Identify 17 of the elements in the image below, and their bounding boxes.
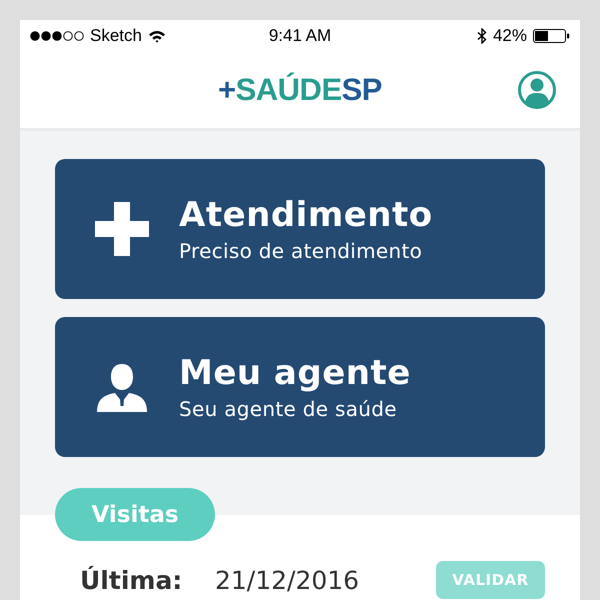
profile-icon[interactable] (517, 70, 557, 110)
logo-text: SAÚDE (236, 72, 342, 108)
logo-plus: + (218, 72, 236, 108)
bluetooth-icon (476, 28, 487, 44)
menu-card[interactable]: Atendimento Preciso de atendimento (55, 159, 545, 299)
carrier-text: Sketch (90, 26, 142, 46)
menu-card[interactable]: Meu agente Seu agente de saúde (55, 317, 545, 457)
battery-percent: 42% (492, 26, 527, 46)
wifi-icon (148, 30, 166, 42)
signal-icon (30, 31, 84, 41)
logo-suffix: SP (342, 72, 382, 108)
battery-icon (533, 29, 570, 43)
last-visit-label: Última: (80, 566, 184, 594)
status-time: 9:41 AM (268, 26, 332, 46)
last-visit-date: 21/12/2016 (215, 566, 360, 594)
person-icon (95, 362, 149, 412)
plus-icon (95, 202, 149, 256)
